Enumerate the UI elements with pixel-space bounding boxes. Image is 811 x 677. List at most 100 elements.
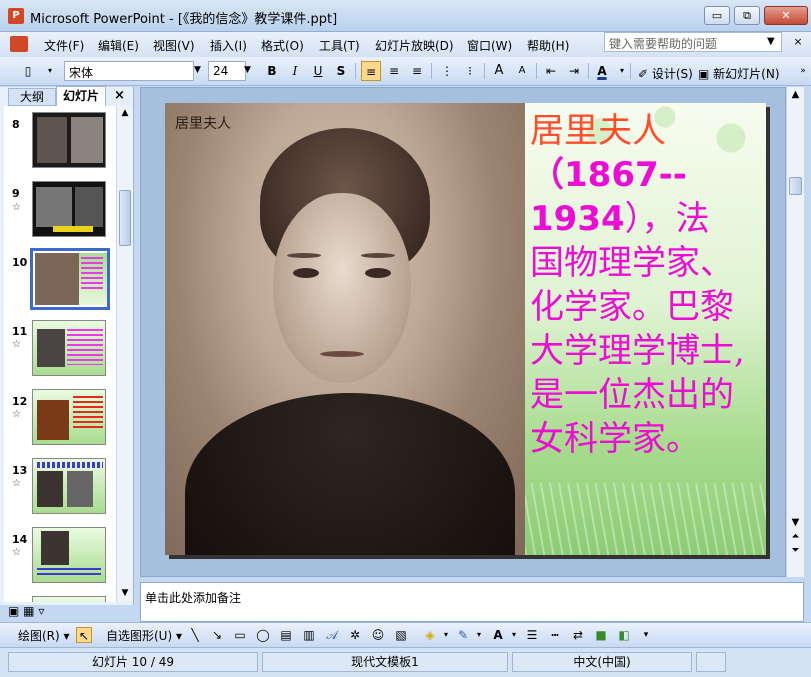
scrollbar-thumb[interactable] xyxy=(119,190,131,246)
animation-star-icon: ☆ xyxy=(12,478,21,489)
numbering-icon[interactable]: ⋮ xyxy=(437,61,457,81)
italic-button[interactable]: I xyxy=(285,61,305,81)
scroll-up-icon[interactable]: ▲ xyxy=(787,89,804,100)
bullets-icon[interactable]: ⁝ xyxy=(460,61,480,81)
decrease-indent-icon[interactable]: ⇤ xyxy=(541,61,561,81)
slide-thumbnail[interactable] xyxy=(32,112,106,168)
slide-thumbnail[interactable] xyxy=(32,320,106,376)
arrow-icon[interactable]: ↘ xyxy=(209,627,225,643)
picture-icon[interactable]: ▧ xyxy=(393,627,409,643)
slide-body-text[interactable]: 居里夫人 （1867-- 1934），法 国物理学家、 化学家。巴黎 大学理学博… xyxy=(530,109,762,461)
scrollbar-thumb[interactable] xyxy=(789,177,802,195)
slideshow-view-icon[interactable]: ▿ xyxy=(38,604,44,618)
slide-thumbnail[interactable] xyxy=(32,389,106,445)
chevron-down-icon[interactable]: ▾ xyxy=(612,61,632,81)
dash-style-icon[interactable]: ┅ xyxy=(547,627,563,643)
new-document-icon[interactable]: ▯ xyxy=(18,61,38,81)
fill-color-icon[interactable]: ◈ xyxy=(422,627,438,643)
shrink-font-button[interactable]: A xyxy=(512,61,532,81)
increase-indent-icon[interactable]: ⇥ xyxy=(564,61,584,81)
textbox-icon[interactable]: ▤ xyxy=(278,627,294,643)
select-pointer-icon[interactable]: ↖ xyxy=(76,627,92,643)
document-icon[interactable] xyxy=(10,36,28,52)
previous-slide-icon[interactable]: ⏶ xyxy=(787,531,804,542)
menu-tools[interactable]: 工具(T) xyxy=(319,37,360,54)
clipart-icon[interactable]: ☺ xyxy=(370,627,386,643)
slide-sorter-view-icon[interactable]: ▦ xyxy=(23,604,34,618)
slide-thumbnail[interactable] xyxy=(32,596,106,602)
menu-insert[interactable]: 插入(I) xyxy=(210,37,247,54)
portrait-dress xyxy=(185,393,515,555)
oval-icon[interactable]: ◯ xyxy=(255,627,271,643)
align-center-icon[interactable]: ≡ xyxy=(384,61,404,81)
tab-outline[interactable]: 大纲 xyxy=(8,88,56,106)
shadow-style-icon[interactable]: ■ xyxy=(593,627,609,643)
design-button[interactable]: ✐ 设计(S) xyxy=(638,65,693,82)
toolbar-options-icon[interactable]: ▾ xyxy=(638,627,654,643)
diagram-icon[interactable]: ✲ xyxy=(347,627,363,643)
new-slide-button[interactable]: ▣ 新幻灯片(N) xyxy=(698,65,780,82)
scroll-down-icon[interactable]: ▼ xyxy=(787,517,804,528)
slide-number: 10 xyxy=(12,256,28,269)
close-icon[interactable]: × xyxy=(114,88,125,103)
rectangle-icon[interactable]: ▭ xyxy=(232,627,248,643)
font-color-icon[interactable]: A xyxy=(490,627,506,643)
help-search-input[interactable]: 键入需要帮助的问题 xyxy=(604,32,782,52)
normal-view-icon[interactable]: ▣ xyxy=(8,604,19,618)
chevron-down-icon[interactable]: ▾ xyxy=(471,627,487,643)
shadow-button[interactable]: S xyxy=(331,61,351,81)
slide-text-line: 国物理学家、 xyxy=(530,243,734,283)
autoshapes-button[interactable]: 自选图形(U) ▾ xyxy=(106,627,182,644)
chevron-down-icon[interactable]: ▼ xyxy=(244,65,251,75)
close-button[interactable]: ✕ xyxy=(764,6,808,25)
line-icon[interactable]: ╲ xyxy=(187,627,203,643)
document-close-button[interactable]: × xyxy=(790,34,806,50)
draw-menu-button[interactable]: 绘图(R) ▾ xyxy=(18,627,70,644)
menu-view[interactable]: 视图(V) xyxy=(153,37,195,54)
tab-slides[interactable]: 幻灯片 xyxy=(56,86,106,106)
menu-window[interactable]: 窗口(W) xyxy=(467,37,512,54)
portrait-brow xyxy=(361,253,395,258)
slide-scrollbar[interactable]: ▲ ▼ ⏶ ⏷ xyxy=(786,87,804,577)
chevron-down-icon[interactable]: ▾ xyxy=(40,61,60,81)
grow-font-button[interactable]: A xyxy=(489,61,509,81)
powerpoint-icon[interactable]: P xyxy=(8,8,24,24)
line-style-icon[interactable]: ☰ xyxy=(524,627,540,643)
scroll-up-icon[interactable]: ▲ xyxy=(117,108,133,118)
slide-thumbnail[interactable] xyxy=(32,458,106,514)
chevron-down-icon[interactable]: ▼ xyxy=(194,65,201,75)
slide-thumbnail[interactable] xyxy=(32,527,106,583)
3d-style-icon[interactable]: ◧ xyxy=(616,627,632,643)
notes-pane[interactable]: 单击此处添加备注 xyxy=(140,582,804,622)
menu-help[interactable]: 帮助(H) xyxy=(527,37,569,54)
chevron-down-icon[interactable]: ▾ xyxy=(506,627,522,643)
font-name-select[interactable]: 宋体 xyxy=(64,61,194,81)
align-right-icon[interactable]: ≡ xyxy=(407,61,427,81)
restore-button[interactable]: ⧉ xyxy=(734,6,760,25)
align-left-icon[interactable]: ≡ xyxy=(361,61,381,81)
thumbnail-photo xyxy=(36,187,72,227)
minimize-button[interactable]: ▭ xyxy=(704,6,730,25)
font-size-select[interactable]: 24 xyxy=(208,61,246,81)
thumbnail-text xyxy=(37,568,101,578)
thumbnail-scrollbar[interactable]: ▲ ▼ xyxy=(116,106,133,602)
font-color-button[interactable]: A xyxy=(592,61,612,81)
chevron-down-icon[interactable]: ▼ xyxy=(767,36,775,47)
slide-thumbnail[interactable] xyxy=(32,181,106,237)
menu-slideshow[interactable]: 幻灯片放映(D) xyxy=(375,37,454,54)
wordart-icon[interactable]: 𝒜 xyxy=(324,627,340,643)
chevron-down-icon[interactable]: ▾ xyxy=(438,627,454,643)
menu-file[interactable]: 文件(F) xyxy=(44,37,84,54)
vertical-textbox-icon[interactable]: ▥ xyxy=(301,627,317,643)
scroll-down-icon[interactable]: ▼ xyxy=(117,588,133,598)
menu-edit[interactable]: 编辑(E) xyxy=(98,37,139,54)
bold-button[interactable]: B xyxy=(262,61,282,81)
underline-button[interactable]: U xyxy=(308,61,328,81)
line-color-icon[interactable]: ✎ xyxy=(455,627,471,643)
toolbar-options-icon[interactable]: » xyxy=(793,61,811,81)
next-slide-icon[interactable]: ⏷ xyxy=(787,545,804,556)
current-slide[interactable]: 居里夫人 居里夫人 （1867-- 1934），法 国物理学家、 化学家。巴黎 … xyxy=(165,103,766,555)
menu-format[interactable]: 格式(O) xyxy=(261,37,304,54)
slide-thumbnail-selected[interactable] xyxy=(30,248,110,310)
arrow-style-icon[interactable]: ⇄ xyxy=(570,627,586,643)
